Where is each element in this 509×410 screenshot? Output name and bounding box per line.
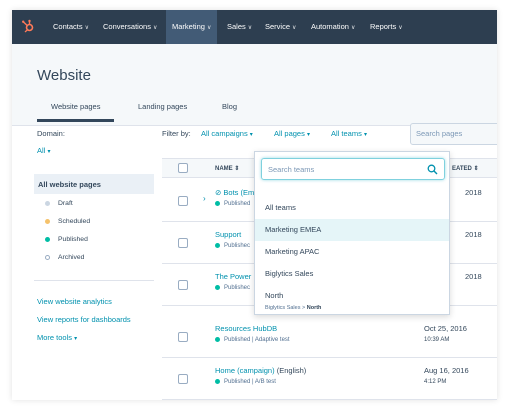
domain-select[interactable]: All ▾ — [37, 146, 50, 155]
app-window: Contacts ∨ Conversations ∨ Marketing ∨ Sale… — [12, 10, 497, 400]
domain-label: Domain: — [37, 129, 65, 138]
caret-down-icon: ▾ — [249, 132, 253, 138]
chevron-down-icon: ∨ — [247, 25, 253, 31]
tab-landing-pages[interactable]: Landing pages — [138, 102, 187, 111]
row-checkbox[interactable] — [178, 374, 188, 384]
sidebar-item-all-website-pages[interactable]: All website pages — [34, 174, 154, 194]
nav-service[interactable]: Service ∨ — [265, 10, 296, 44]
caret-down-icon: ▾ — [306, 132, 310, 138]
caret-up-icon: ▾ — [363, 132, 367, 138]
page-status: Published | Adaptive test — [215, 337, 290, 343]
created-date: Oct 25, 2016 — [424, 324, 467, 333]
nav-marketing[interactable]: Marketing ∨ — [166, 10, 218, 44]
search-teams-input[interactable]: Search teams — [261, 158, 445, 180]
view-reports-link[interactable]: View reports for dashboards — [37, 315, 131, 324]
column-header-created[interactable]: EATED ⇕ — [452, 165, 479, 172]
bot-icon: ⊘ — [215, 188, 222, 197]
page-name-link[interactable]: Support — [215, 230, 241, 239]
top-navigation: Contacts ∨ Conversations ∨ Marketing ∨ Sale… — [12, 10, 497, 44]
filter-campaigns[interactable]: All campaigns ▾ — [201, 129, 253, 138]
created-date: 2018 — [465, 230, 482, 239]
page-status: Publishec — [215, 243, 250, 249]
chevron-down-icon: ∨ — [398, 25, 403, 31]
page-status: Published | A/B test — [215, 379, 276, 385]
chevron-down-icon: ∨ — [152, 25, 158, 31]
team-option-north[interactable]: North — [255, 285, 449, 307]
nav-conversations[interactable]: Conversations ∨ — [103, 10, 157, 44]
row-checkbox[interactable] — [178, 238, 188, 248]
team-option-marketing-apac[interactable]: Marketing APAC — [255, 241, 449, 263]
chevron-down-icon: ∨ — [84, 25, 90, 31]
page-name-link[interactable]: Home (campaign) (English) — [215, 366, 306, 375]
table-row[interactable]: Home (campaign) (English) Published | A/… — [162, 358, 497, 400]
row-checkbox[interactable] — [178, 196, 188, 206]
published-dot-icon — [215, 243, 220, 248]
published-dot-icon — [215, 285, 220, 290]
page-name-link[interactable]: Resources HubDB — [215, 324, 277, 333]
teams-dropdown: Search teams All teams Marketing EMEA Ma… — [254, 151, 450, 315]
view-website-analytics-link[interactable]: View website analytics — [37, 297, 112, 306]
nav-automation[interactable]: Automation ∨ — [311, 10, 355, 44]
page-name-link[interactable]: The Power — [215, 272, 251, 281]
filter-teams[interactable]: All teams ▾ — [331, 129, 367, 138]
sort-icon: ⇕ — [234, 166, 240, 172]
published-dot-icon — [215, 337, 220, 342]
page-status: Publishec — [215, 285, 250, 291]
filter-by-label: Filter by: — [162, 129, 191, 138]
status-dot-archived — [45, 254, 50, 260]
team-option-biglytics-sales[interactable]: Biglytics Sales — [255, 263, 449, 285]
team-option-marketing-emea[interactable]: Marketing EMEA — [255, 219, 449, 241]
created-time: 4:12 PM — [424, 379, 447, 385]
created-date: 2018 — [465, 188, 482, 197]
chevron-down-icon: ∨ — [206, 25, 212, 31]
chevron-down-icon: ∨ — [350, 25, 356, 31]
published-dot-icon — [215, 201, 220, 206]
created-date: Aug 16, 2016 — [424, 366, 469, 375]
created-time: 10:39 AM — [424, 337, 450, 343]
more-tools-link[interactable]: More tools ▾ — [37, 333, 77, 342]
status-dot-published — [45, 236, 50, 242]
search-pages-input[interactable]: Search pages — [410, 123, 497, 145]
chevron-down-icon: ∨ — [292, 25, 297, 31]
filter-pages[interactable]: All pages ▾ — [274, 129, 310, 138]
expand-chevron-icon[interactable]: › — [203, 194, 206, 203]
column-header-name[interactable]: NAME ⇕ — [215, 165, 239, 172]
row-checkbox[interactable] — [178, 280, 188, 290]
sidebar-item-scheduled[interactable]: Scheduled — [45, 218, 90, 225]
status-dot-draft — [45, 200, 50, 206]
published-dot-icon — [215, 379, 220, 384]
nav-sales[interactable]: Sales ∨ — [227, 10, 252, 44]
created-date: 2018 — [465, 272, 482, 281]
sidebar-item-published[interactable]: Published — [45, 236, 88, 243]
nav-contacts[interactable]: Contacts ∨ — [53, 10, 89, 44]
page-title: Website — [37, 67, 91, 84]
page-header: Website Website pages Landing pages Blog — [12, 44, 497, 126]
page-status: Published — [215, 201, 250, 207]
caret-down-icon: ▾ — [47, 149, 51, 155]
select-all-checkbox[interactable] — [178, 163, 188, 173]
sidebar-divider — [34, 280, 154, 281]
tab-blog[interactable]: Blog — [222, 102, 237, 111]
sidebar-item-draft[interactable]: Draft — [45, 200, 73, 207]
page-name-link[interactable]: ⊘ Bots (Em — [215, 188, 254, 197]
caret-down-icon: ▾ — [74, 336, 78, 342]
table-row[interactable]: Resources HubDB Published | Adaptive tes… — [162, 316, 497, 358]
tab-website-pages[interactable]: Website pages — [37, 102, 115, 122]
nav-reports[interactable]: Reports ∨ — [370, 10, 403, 44]
sort-icon: ⇕ — [473, 166, 479, 172]
sidebar-item-archived[interactable]: Archived — [45, 254, 84, 261]
team-path-breadcrumb: Biglytics Sales > North — [265, 305, 322, 311]
hubspot-logo-icon[interactable] — [21, 19, 35, 33]
team-option-all-teams[interactable]: All teams — [255, 197, 449, 219]
row-checkbox[interactable] — [178, 332, 188, 342]
search-icon — [427, 164, 438, 175]
status-dot-scheduled — [45, 218, 50, 224]
